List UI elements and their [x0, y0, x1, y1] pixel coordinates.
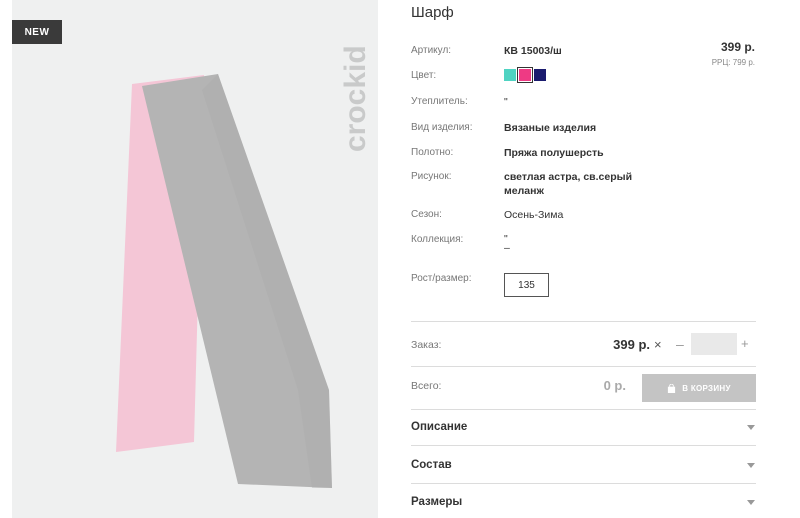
product-title: Шарф [411, 4, 454, 21]
brand-logo-text: crockid [339, 45, 372, 152]
chevron-down-icon [747, 500, 755, 505]
recommended-retail-price: РРЦ: 799 р. [711, 58, 755, 67]
product-price: 399 р. [720, 40, 755, 54]
accordion-title: Состав [411, 459, 452, 471]
collection-value-line2: – [504, 242, 510, 254]
article-value: КВ 15003/ш [504, 45, 562, 57]
new-badge: NEW [12, 20, 62, 44]
collection-label: Коллекция: [411, 234, 464, 245]
increase-quantity-button[interactable]: + [741, 336, 749, 351]
pattern-label: Рисунок: [411, 171, 452, 182]
product-image-panel[interactable]: NEW crockid [12, 0, 378, 518]
color-swatch-navy[interactable] [534, 69, 546, 81]
quantity-input[interactable] [691, 333, 737, 355]
product-image [116, 74, 332, 488]
fabric-label: Полотно: [411, 147, 454, 158]
insulation-value: " [504, 96, 508, 108]
order-label: Заказ: [411, 339, 442, 351]
insulation-label: Утеплитель: [411, 96, 468, 107]
decrease-quantity-button[interactable]: – [676, 336, 684, 352]
accordion-composition[interactable]: Состав [411, 459, 756, 479]
season-value: Осень-Зима [504, 209, 564, 221]
article-label: Артикул: [411, 45, 452, 56]
add-to-cart-button[interactable]: В КОРЗИНУ [642, 374, 756, 402]
size-label: Рост/размер: [411, 273, 472, 284]
brand-logo: crockid [339, 45, 372, 152]
color-label: Цвет: [411, 70, 437, 81]
divider [411, 483, 756, 484]
accordion-title: Размеры [411, 496, 463, 508]
accordion-title: Описание [411, 421, 468, 433]
kind-label: Вид изделия: [411, 122, 473, 133]
color-swatch-pink[interactable] [517, 67, 533, 83]
total-value: 0 р. [603, 378, 626, 393]
chevron-down-icon [747, 463, 755, 468]
pattern-value-line2: меланж [504, 185, 544, 197]
multiply-sign: × [654, 337, 662, 352]
divider [411, 409, 756, 410]
kind-value: Вязаные изделия [504, 122, 597, 134]
divider [411, 366, 756, 367]
add-to-cart-label: В КОРЗИНУ [682, 383, 731, 393]
chevron-down-icon [747, 425, 755, 430]
pattern-value-line1: светлая астра, св.серый [504, 171, 633, 183]
shopping-bag-icon [668, 383, 676, 393]
divider [411, 321, 756, 322]
accordion-description[interactable]: Описание [411, 421, 756, 441]
color-swatch-turquoise[interactable] [504, 69, 516, 81]
fabric-value: Пряжа полушерсть [504, 147, 604, 159]
total-label: Всего: [411, 380, 442, 392]
color-swatches [504, 67, 546, 83]
season-label: Сезон: [411, 209, 442, 220]
accordion-sizes[interactable]: Размеры [411, 496, 756, 516]
order-price: 399 р. [613, 337, 650, 352]
size-option-135[interactable]: 135 [504, 273, 549, 297]
divider [411, 445, 756, 446]
